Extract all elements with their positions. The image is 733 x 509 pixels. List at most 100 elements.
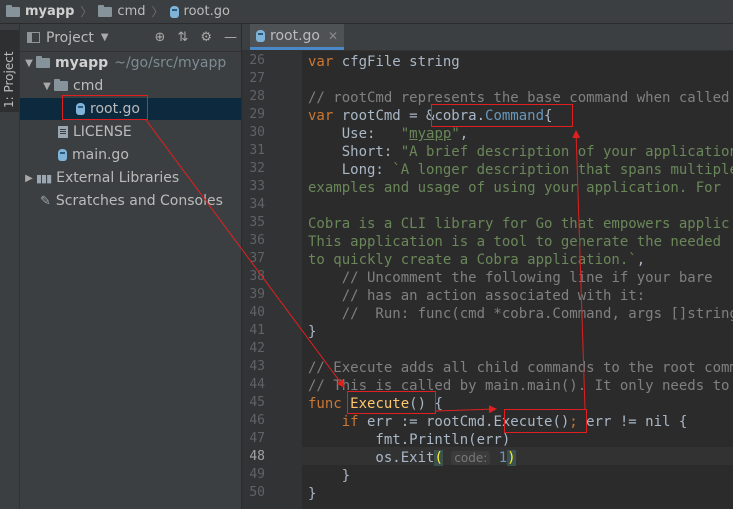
line-number: 48: [249, 449, 265, 464]
tree-item-cmd[interactable]: ▼ cmd: [20, 75, 261, 97]
collapse-all-icon[interactable]: ⇅: [177, 30, 188, 45]
code-line[interactable]: to quickly create a Cobra application.`,: [308, 251, 645, 269]
line-number: 49: [249, 467, 265, 482]
navigation-bar: myapp 〉 cmd 〉 root.go: [0, 0, 733, 24]
breadcrumb-file[interactable]: root.go: [169, 4, 230, 19]
line-number: 30: [249, 125, 265, 140]
project-view-selector[interactable]: Project ▼: [27, 30, 109, 46]
line-number: 36: [249, 233, 265, 248]
tree-item-label: main.go: [72, 147, 129, 163]
editor-tab-bar: root.go ✕: [242, 24, 733, 51]
line-number: 27: [249, 71, 265, 86]
folder-icon: [54, 79, 68, 91]
expand-arrow-icon[interactable]: ▼: [40, 81, 54, 92]
tree-item-myapp[interactable]: ▼ myapp ~/go/src/myapp: [20, 52, 243, 74]
go-file-icon: [169, 5, 179, 18]
line-number: 45: [249, 395, 265, 410]
tool-window-strip: 1: Project: [0, 24, 20, 509]
line-number: 28: [249, 89, 265, 104]
code-line[interactable]: }: [308, 485, 316, 503]
breadcrumb-file-label: root.go: [183, 4, 230, 19]
tree-item-main-go[interactable]: main.go: [20, 144, 241, 166]
line-number-gutter: 26 27 28 29 30 31 32 33 34 35 36 37 38 39 40 41 42 43 44 45…: [242, 51, 302, 509]
text-file-icon: [58, 126, 68, 138]
code-line[interactable]: // Run: func(cmd *cobra.Command, args []…: [308, 305, 733, 323]
tree-item-label: External Libraries: [56, 170, 180, 186]
chevron-right-icon: 〉: [151, 5, 164, 19]
project-title: Project: [46, 29, 94, 46]
locate-file-icon[interactable]: ⊕: [155, 30, 166, 45]
line-number: 35: [249, 215, 265, 230]
close-icon[interactable]: ✕: [328, 29, 338, 43]
code-line[interactable]: var cfgFile string: [308, 53, 460, 71]
line-number: 37: [249, 251, 265, 266]
line-number: 47: [249, 431, 265, 446]
tree-item-label: myapp: [55, 55, 109, 71]
code-line[interactable]: }: [308, 467, 350, 485]
go-file-icon: [58, 149, 67, 161]
tree-item-label: LICENSE: [73, 124, 132, 140]
breadcrumb-project[interactable]: myapp 〉: [0, 3, 98, 20]
breadcrumb-folder[interactable]: cmd 〉: [98, 3, 169, 20]
line-number: 31: [249, 143, 265, 158]
annotation-box-execute-func: [347, 391, 436, 414]
go-file-icon: [256, 29, 265, 42]
line-number: 26: [249, 53, 265, 68]
code-line[interactable]: Cobra is a CLI library for Go that empow…: [308, 215, 729, 233]
code-line[interactable]: // Execute adds all child commands to th…: [308, 359, 733, 377]
code-line[interactable]: os.Exit( code: 1): [308, 449, 516, 467]
breadcrumb-project-label: myapp: [25, 4, 75, 19]
gear-icon[interactable]: ⚙: [200, 30, 212, 45]
expand-arrow-icon[interactable]: ▶: [22, 173, 36, 184]
tree-item-label: cmd: [73, 78, 104, 94]
annotation-box-rootcmd-execute: [504, 409, 587, 433]
line-number: 38: [249, 269, 265, 284]
tree-item-license[interactable]: LICENSE: [20, 121, 241, 143]
line-number: 46: [249, 413, 265, 428]
tree-item-external-libraries[interactable]: ▶ ▮▮▮ External Libraries: [20, 167, 243, 189]
line-number: 39: [249, 287, 265, 302]
line-number: 33: [249, 179, 265, 194]
folder-icon: [36, 56, 50, 68]
code-line[interactable]: This application is a tool to generate t…: [308, 233, 721, 251]
line-number: 41: [249, 323, 265, 338]
code-line[interactable]: examples and usage of using your applica…: [308, 179, 721, 197]
code-line[interactable]: Long: `A longer description that spans m…: [308, 161, 733, 179]
code-line[interactable]: Short: "A brief description of your appl…: [308, 143, 733, 161]
annotation-box-root-go: [62, 95, 148, 120]
tree-item-path: ~/go/src/myapp: [114, 55, 227, 71]
chevron-down-icon: ▼: [100, 32, 109, 43]
chevron-right-icon: 〉: [80, 5, 93, 19]
code-editor: root.go ✕ 26 27 28 29 30 31 32 33 34 35 36 37 38 39 40…: [242, 24, 733, 509]
project-icon: [27, 32, 40, 43]
code-line[interactable]: fmt.Println(err): [308, 431, 510, 449]
libraries-icon: ▮▮▮: [36, 171, 52, 185]
code-line[interactable]: }: [308, 323, 316, 341]
project-tool-window-label[interactable]: 1: Project: [2, 51, 16, 108]
tab-root-go[interactable]: root.go ✕: [250, 24, 345, 50]
annotation-box-cobra-command: [431, 104, 573, 127]
line-number: 44: [249, 377, 265, 392]
tree-item-scratches[interactable]: ✎ Scratches and Consoles: [20, 190, 241, 212]
line-number: 42: [249, 341, 265, 356]
tab-label: root.go: [270, 27, 320, 44]
code-line[interactable]: // has an action associated with it:: [308, 287, 645, 305]
expand-arrow-icon[interactable]: ▼: [22, 58, 36, 69]
code-line[interactable]: if err := rootCmd.Execute(); err != nil …: [308, 413, 688, 431]
hide-panel-icon[interactable]: —: [224, 30, 237, 45]
folder-icon: [6, 4, 20, 17]
line-number: 32: [249, 161, 265, 176]
breadcrumb-folder-label: cmd: [117, 4, 146, 19]
line-number: 40: [249, 305, 265, 320]
code-line[interactable]: // Uncomment the following line if your …: [308, 269, 713, 287]
folder-icon: [98, 4, 113, 17]
line-number: 50: [249, 485, 265, 500]
project-toolbar-icons: ⊕ ⇅ ⚙ —: [155, 24, 237, 51]
project-toolbar: Project ▼ ⊕ ⇅ ⚙ —: [20, 24, 241, 52]
line-number: 29: [249, 107, 265, 122]
tree-item-label: Scratches and Consoles: [55, 193, 223, 209]
code-line[interactable]: Use: "myapp",: [308, 125, 468, 143]
scratches-icon: ✎: [40, 193, 51, 209]
line-number: 43: [249, 359, 265, 374]
line-number: 34: [249, 197, 265, 212]
